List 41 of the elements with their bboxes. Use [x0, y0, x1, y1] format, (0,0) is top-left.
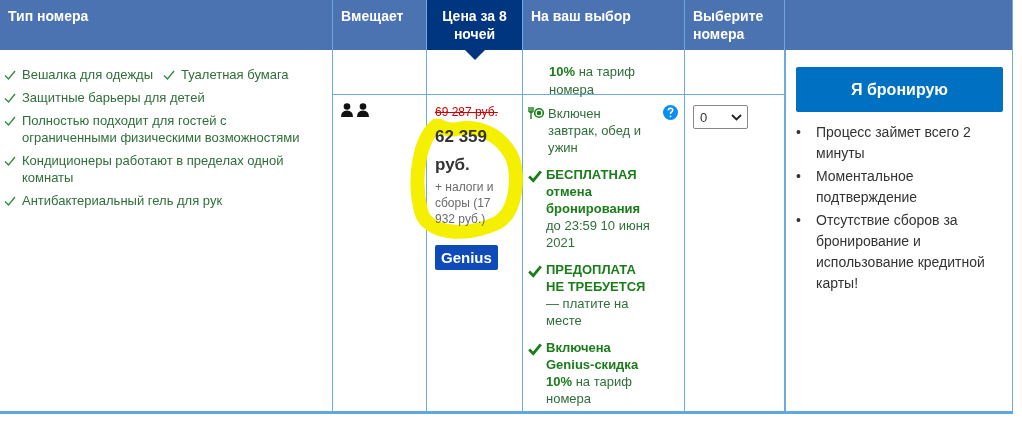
genius-badge: Genius [435, 245, 498, 270]
meal-icon [528, 106, 544, 120]
feature-text: Полностью подходит для гостей с ограниченными физическими возможностями [22, 112, 301, 146]
check-icon [4, 195, 16, 207]
benefit-text: Процесс займет всего 2 минуты [816, 123, 972, 163]
check-icon [4, 92, 16, 104]
bullet-marker: • [796, 123, 802, 142]
condition-text: ПРЕДОПЛАТА НЕ ТРЕБУЕТСЯ — платите на месте [546, 261, 647, 329]
condition-text: БЕСПЛАТНАЯ отмена бронирования до 23:59 10 июня 2021 [546, 166, 650, 251]
pointer-icon [464, 50, 485, 60]
benefit-text: Моментальное подтверждение [816, 167, 919, 207]
condition-text: 10% на тариф номера [549, 64, 635, 97]
check-icon [163, 69, 176, 81]
caret-icon [731, 113, 742, 121]
old-price: 69 287 руб. [435, 105, 499, 119]
column-header: Цена за 8 ночей [427, 0, 523, 50]
check-icon [528, 342, 542, 356]
book-button[interactable]: Я бронирую [796, 67, 1003, 112]
benefit-text: Отсутствие сборов за бронирование и использование кредитной карты! [816, 211, 986, 293]
taxes-text: + налоги и сборы (17 932 руб.) [435, 179, 495, 227]
check-icon [4, 155, 16, 167]
column-header: Тип номера [0, 0, 333, 50]
check-icon [4, 69, 16, 81]
check-icon [528, 169, 542, 183]
bullet-marker: • [796, 167, 802, 186]
help-icon[interactable] [663, 105, 678, 120]
column-header: Выберите номера [685, 0, 785, 50]
column-header: Вмещает [333, 0, 427, 50]
feature-text: Антибактериальный гель для рук [22, 192, 223, 209]
condition-text: Включена Genius-скидка 10% на тариф номера [546, 339, 640, 407]
feature-text: Туалетная бумага [181, 66, 289, 83]
check-icon [528, 264, 542, 278]
column-header: На ваш выбор [523, 0, 685, 50]
feature-text: Кондиционеры работают в пределах одной комнаты [22, 152, 285, 186]
feature-text: Защитные барьеры для детей [22, 89, 205, 106]
check-icon [4, 115, 16, 127]
quantity-select[interactable]: 0 [693, 105, 748, 129]
feature-text: Вешалка для одежды [22, 66, 154, 83]
guests-icon [341, 103, 371, 117]
condition-text: Включен завтрак, обед и ужин [548, 105, 643, 156]
bullet-marker: • [796, 211, 802, 230]
